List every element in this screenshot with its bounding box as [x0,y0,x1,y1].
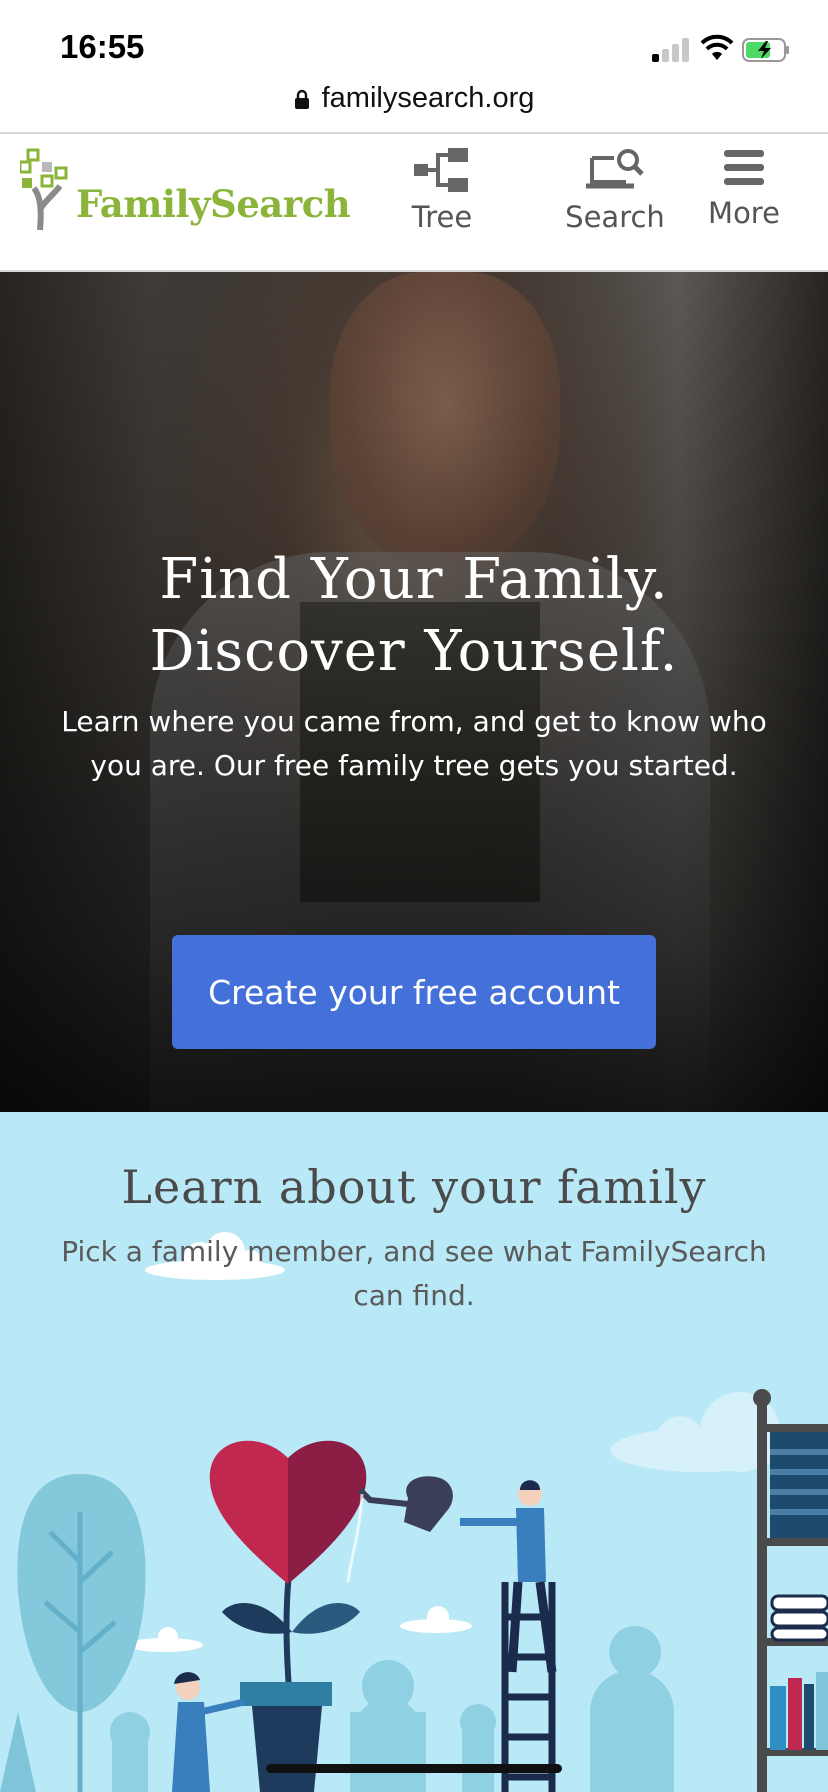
hero-subtitle: Learn where you came from, and get to kn… [61,705,767,782]
battery-icon [742,38,789,62]
wifi-icon [700,34,734,60]
nav-search[interactable]: Search [560,148,670,234]
learn-title: Learn about your family [121,1160,707,1214]
nav-more[interactable]: More [700,148,788,230]
hero-title-line1: Find Your Family. [159,547,669,612]
logo-text: FamilySearch [76,182,351,226]
search-icon [586,149,644,189]
nav-tree[interactable]: Tree [402,148,482,234]
nav-search-label: Search [565,200,665,234]
tree-icon [414,148,468,192]
create-account-button[interactable]: Create your free account [172,935,656,1049]
cellular-signal-icon [652,38,692,62]
learn-subtitle: Pick a family member, and see what Famil… [61,1235,767,1312]
nav-tree-label: Tree [411,200,473,234]
lock-icon [294,89,309,109]
menu-icon [724,150,764,185]
address-bar[interactable]: familysearch.org [0,82,828,124]
url-text: familysearch.org [321,82,535,114]
learn-section: Learn about your family Pick a family me… [0,1112,828,1792]
familysearch-logo[interactable]: FamilySearch [20,148,351,238]
hero-section: Find Your Family. Discover Yourself. Lea… [0,272,828,1112]
hero-title: Find Your Family. Discover Yourself. [0,544,828,688]
site-header: FamilySearch Tree Search More [0,134,828,272]
status-bar: 16:55 familysearch.org [0,0,828,114]
nav-more-label: More [708,196,780,230]
status-time: 16:55 [60,28,145,65]
family-illustration [0,1232,828,1792]
home-indicator[interactable] [266,1764,562,1773]
hero-title-line2: Discover Yourself. [149,619,679,684]
